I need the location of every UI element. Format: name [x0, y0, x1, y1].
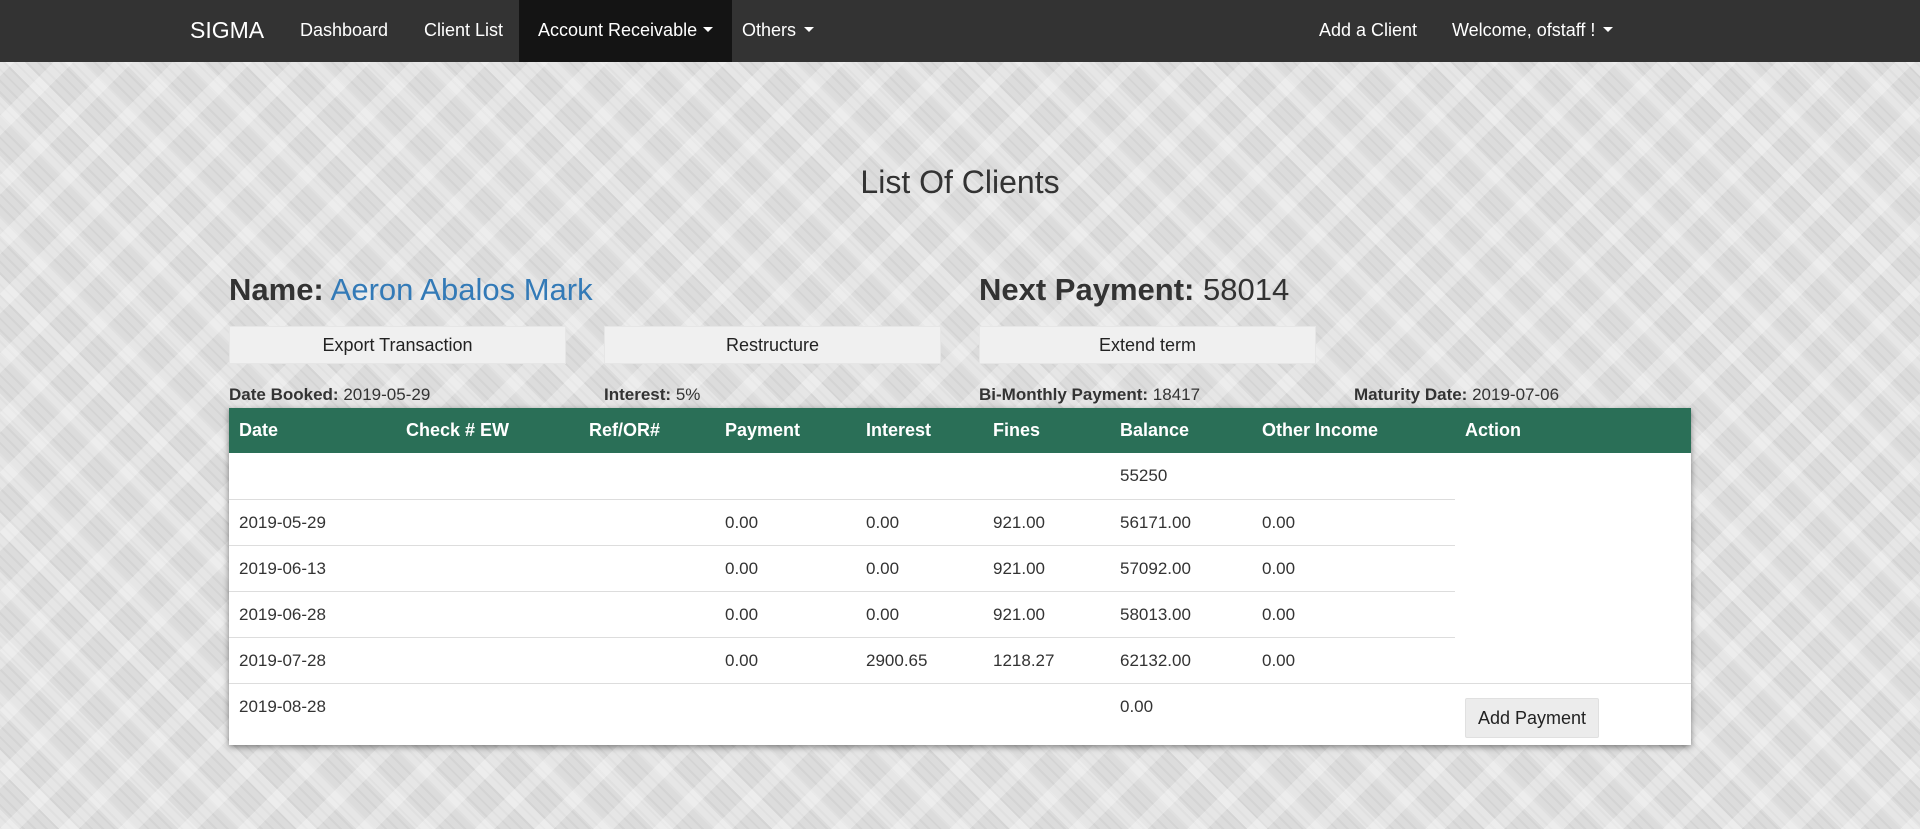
cell-balance: 62132.00 [1120, 651, 1191, 670]
welcome-label: Welcome, ofstaff ! [1452, 20, 1596, 40]
page-title: List Of Clients [860, 164, 1060, 200]
table-header: Date Check # EW Ref/OR# Payment Interest… [229, 408, 1691, 453]
cell-balance: 55250 [1120, 466, 1168, 485]
caret-down-icon [804, 26, 815, 32]
cell-date: 2019-06-28 [239, 605, 326, 624]
date-booked: Date Booked: 2019-05-29 [229, 385, 430, 405]
bimonthly-label: Bi-Monthly Payment: [979, 385, 1149, 404]
cell-date: 2019-08-28 [239, 697, 326, 716]
transactions-table: Date Check # EW Ref/OR# Payment Interest… [229, 408, 1691, 745]
nav-add-client[interactable]: Add a Client [1319, 0, 1417, 62]
next-payment-heading: Next Payment: 58014 [979, 272, 1289, 308]
cell-date: 2019-05-29 [239, 513, 326, 532]
col-date: Date [239, 420, 279, 440]
cell-date: 2019-06-13 [239, 559, 326, 578]
next-payment-value: 58014 [1202, 272, 1290, 307]
client-name-heading: Name: Aeron Abalos Mark [229, 272, 593, 308]
table-row: 2019-05-29 0.00 0.00 921.00 56171.00 0.0… [229, 500, 1691, 546]
caret-down-icon [703, 26, 714, 32]
nav-others-label: Others [742, 20, 797, 40]
cell-other: 0.00 [1262, 605, 1296, 624]
caret-down-icon [1603, 26, 1614, 32]
cell-balance: 0.00 [1120, 697, 1154, 716]
cell-payment: 0.00 [725, 605, 759, 624]
top-navbar: SIGMA Dashboard Client List Account Rece… [0, 0, 1920, 62]
nav-account-receivable[interactable]: Account Receivable [519, 0, 733, 62]
extend-term-button[interactable]: Extend term [979, 326, 1316, 364]
col-balance: Balance [1120, 420, 1190, 440]
cell-payment: 0.00 [725, 559, 759, 578]
cell-date: 2019-07-28 [239, 651, 326, 670]
nav-dashboard[interactable]: Dashboard [300, 0, 388, 62]
cell-fines: 921.00 [993, 513, 1045, 532]
date-booked-label: Date Booked: [229, 385, 339, 404]
brand-logo[interactable]: SIGMA [190, 0, 264, 62]
interest-value: 5% [675, 385, 701, 404]
cell-balance: 58013.00 [1120, 605, 1191, 624]
interest-rate: Interest: 5% [604, 385, 700, 405]
client-name-link[interactable]: Aeron Abalos Mark [331, 272, 593, 307]
restructure-button[interactable]: Restructure [604, 326, 941, 364]
col-interest: Interest [866, 420, 932, 440]
cell-other: 0.00 [1262, 513, 1296, 532]
name-label: Name: [229, 272, 324, 307]
cell-payment: 0.00 [725, 513, 759, 532]
nav-user-menu[interactable]: Welcome, ofstaff ! [1452, 0, 1614, 62]
cell-other: 0.00 [1262, 559, 1296, 578]
cell-interest: 2900.65 [866, 651, 928, 670]
bimonthly-payment: Bi-Monthly Payment: 18417 [979, 385, 1200, 405]
table-row: 2019-06-13 0.00 0.00 921.00 57092.00 0.0… [229, 546, 1691, 592]
table-row: 2019-07-28 0.00 2900.65 1218.27 62132.00… [229, 638, 1691, 684]
col-check: Check # EW [406, 420, 510, 440]
maturity-date: Maturity Date: 2019-07-06 [1354, 385, 1559, 405]
add-payment-button[interactable]: Add Payment [1465, 698, 1599, 738]
interest-label: Interest: [604, 385, 672, 404]
cell-balance: 56171.00 [1120, 513, 1191, 532]
table-row: 2019-06-28 0.00 0.00 921.00 58013.00 0.0… [229, 592, 1691, 638]
maturity-label: Maturity Date: [1354, 385, 1468, 404]
cell-other: 0.00 [1262, 651, 1296, 670]
cell-interest: 0.00 [866, 513, 900, 532]
nav-others[interactable]: Others [742, 0, 815, 62]
col-other-income: Other Income [1262, 420, 1379, 440]
cell-fines: 921.00 [993, 559, 1045, 578]
col-fines: Fines [993, 420, 1041, 440]
col-payment: Payment [725, 420, 801, 440]
col-ref: Ref/OR# [589, 420, 661, 440]
nav-account-receivable-label: Account Receivable [538, 20, 698, 40]
date-booked-value: 2019-05-29 [343, 385, 431, 404]
maturity-value: 2019-07-06 [1472, 385, 1560, 404]
cell-fines: 1218.27 [993, 651, 1055, 670]
next-payment-label: Next Payment: [979, 272, 1195, 307]
bimonthly-value: 18417 [1152, 385, 1201, 404]
col-action: Action [1465, 420, 1521, 440]
cell-interest: 0.00 [866, 559, 900, 578]
table-row: 55250 [229, 453, 1691, 499]
cell-payment: 0.00 [725, 651, 759, 670]
cell-balance: 57092.00 [1120, 559, 1191, 578]
cell-fines: 921.00 [993, 605, 1045, 624]
cell-interest: 0.00 [866, 605, 900, 624]
export-transaction-button[interactable]: Export Transaction [229, 326, 566, 364]
nav-client-list[interactable]: Client List [424, 0, 503, 62]
